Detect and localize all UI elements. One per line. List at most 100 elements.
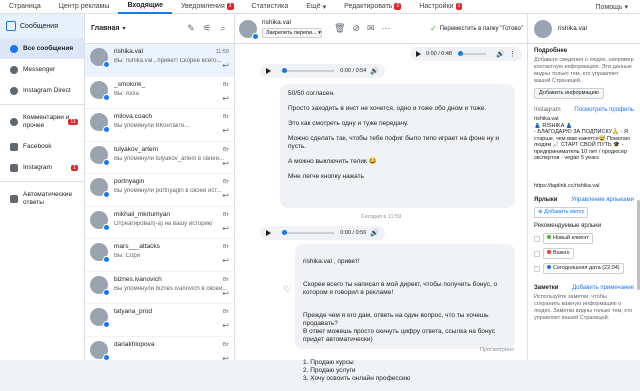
checkbox[interactable] <box>534 250 540 257</box>
trash-icon[interactable]: 🗑 <box>334 23 345 34</box>
conversation-item[interactable]: milova.coach Вы упомянули ВКонтакте... Вт ↩ <box>85 109 234 142</box>
block-icon[interactable]: ⊘ <box>352 23 360 34</box>
checkbox[interactable] <box>534 265 540 272</box>
audio-player[interactable]: 0:00 / 0:48 🔊 ⋮ <box>410 47 522 61</box>
volume-icon[interactable]: 🔊 <box>496 50 505 58</box>
play-icon[interactable] <box>266 230 271 236</box>
reply-icon[interactable]: ↩ <box>222 224 229 233</box>
volume-icon[interactable]: 🔊 <box>370 229 379 237</box>
tab-notifications[interactable]: Уведомления 2 <box>172 0 243 14</box>
more-icon[interactable]: ⋮ <box>509 50 516 58</box>
audio-progress[interactable] <box>458 51 487 56</box>
messenger-icon <box>10 65 18 74</box>
conversation-name: _smokink_ <box>114 80 146 88</box>
sidebar-item-label: Автоматические ответы <box>23 191 73 206</box>
volume-icon[interactable]: 🔊 <box>370 67 379 75</box>
reply-icon[interactable]: ↩ <box>222 256 229 265</box>
conversation-item[interactable]: rishika.val Вы: rishika.val , привет! Ско… <box>85 44 234 77</box>
conversation-item[interactable]: mars___attacks Вы: Сори Вт ↩ <box>85 239 234 272</box>
label-chip[interactable]: Важно <box>543 248 574 259</box>
conversation-preview: Вы упомянули ВКонтакте... <box>114 123 190 129</box>
recommended-label[interactable]: Сегодняшняя дата (22.04) <box>534 262 634 275</box>
tab-label: Уведомления <box>180 3 225 10</box>
search-icon[interactable]: ⌕ <box>218 23 228 34</box>
conversation-item[interactable]: tulyakov_artem Вы упомянули tulyakov_arte… <box>85 142 234 174</box>
heart-icon[interactable]: ♡ <box>283 284 291 295</box>
conversation-item[interactable]: mikhail_mkrtumyan Отреагировал(-а) на ваш… <box>85 207 234 239</box>
message-text: А можно выключить телик 😂 <box>288 158 377 165</box>
help-link[interactable]: Помощь ▾ <box>595 3 640 11</box>
sidebar-item-comments[interactable]: Комментарии и прочее 11 <box>0 108 84 136</box>
checkbox[interactable] <box>534 235 540 242</box>
bio-link[interactable]: https://taplink.cc/rishika.val <box>534 183 634 190</box>
label-chip[interactable]: Сегодняшняя дата (22.04) <box>543 263 624 274</box>
instagram-icon <box>103 353 110 360</box>
inbox-icon <box>10 44 18 53</box>
label-chip[interactable]: Новый клиент <box>543 233 593 244</box>
messages-icon <box>6 21 16 31</box>
sidebar-item-instagram-direct[interactable]: Instagram Direct <box>0 80 84 101</box>
tab-inbox[interactable]: Входящие <box>118 0 172 14</box>
conversation-item[interactable]: dariakhlopova Вт ↩ <box>85 337 234 361</box>
help-label: Помощь <box>595 3 623 11</box>
conversation-item[interactable]: biznes.ivanovich Вы упомянули biznes.ivan… <box>85 272 234 304</box>
reply-icon[interactable]: ↩ <box>222 321 229 330</box>
add-label-button[interactable]: ⊕ Добавить метку <box>534 207 589 218</box>
more-icon[interactable]: ⋯ <box>382 23 391 34</box>
sidebar-item-facebook[interactable]: Facebook <box>0 136 84 157</box>
folder-title[interactable]: Главная <box>91 25 119 32</box>
chevron-down-icon[interactable]: ▾ <box>122 25 125 32</box>
filter-icon[interactable]: ⚟ <box>202 23 212 34</box>
reply-icon[interactable]: ↩ <box>222 289 229 298</box>
move-to-done-label: Переместить в папку "Готово" <box>439 25 523 32</box>
add-info-button[interactable]: Добавить информацию <box>534 88 604 99</box>
play-icon[interactable] <box>416 51 421 57</box>
conversation-name: portnyagin <box>114 178 145 185</box>
sidebar-item-label: Instagram <box>23 164 52 171</box>
sidebar-item-instagram[interactable]: Instagram 1 <box>0 157 84 178</box>
reply-icon[interactable]: ↩ <box>222 354 229 361</box>
audio-player[interactable]: 0:00 / 0:54 🔊 <box>260 64 385 78</box>
tab-edit[interactable]: Редактировать 2 <box>335 0 410 14</box>
tab-page[interactable]: Страница <box>0 0 50 14</box>
tab-label: Статистика <box>251 3 289 10</box>
conversation-item[interactable]: tatyana_prod Вт ↩ <box>85 304 234 337</box>
notes-text: Используйте заметки, чтобы сохранить важ… <box>534 294 633 321</box>
sidebar-item-all-messages[interactable]: Все сообщения <box>0 38 84 59</box>
reply-icon[interactable]: ↩ <box>222 191 229 200</box>
audio-player[interactable]: 0:00 / 0:56 🔊 <box>260 226 385 240</box>
recommended-label[interactable]: Важно <box>534 247 634 260</box>
sidebar-item-messenger[interactable]: Messenger <box>0 59 84 80</box>
conversation-name: dariakhlopova <box>114 340 155 348</box>
tab-insights[interactable]: Статистика <box>243 0 298 14</box>
tab-more[interactable]: Ещё ▾ <box>297 0 335 14</box>
audio-progress[interactable] <box>282 230 335 235</box>
conversation-time: Вт <box>222 114 229 120</box>
play-icon[interactable] <box>266 68 271 74</box>
recommended-label[interactable]: Новый клиент <box>534 232 634 245</box>
instagram-icon <box>10 86 18 95</box>
move-to-done-button[interactable]: ✓ Переместить в папку "Готово" <box>430 24 523 33</box>
mail-icon[interactable]: ✉ <box>367 23 375 34</box>
manage-labels-link[interactable]: Управление ярлыками <box>571 197 634 204</box>
conversation-list: Главная ▾ ✎ ⚟ ⌕ rishika.val Вы: rishika.va… <box>85 14 235 360</box>
comment-icon <box>10 118 18 126</box>
recommended-labels-title: Рекомендуемые ярлыки <box>534 223 602 229</box>
reply-icon[interactable]: ↩ <box>222 159 229 168</box>
conversation-time: Вт <box>222 276 229 283</box>
reply-icon[interactable]: ↩ <box>222 126 229 135</box>
reply-icon[interactable]: ↩ <box>222 61 229 70</box>
chat-panel: rishika.val Закрепить перепи... ▾ 🗑 ⊘ ✉ … <box>235 14 527 382</box>
conversation-item[interactable]: _smokink_ Вы: Ахха Вт ↩ <box>85 77 234 109</box>
sidebar-item-automated-replies[interactable]: Автоматические ответы <box>0 185 84 213</box>
conversation-item[interactable]: portnyagin Вы упомянули portnyagin в свое… <box>85 174 234 207</box>
compose-icon[interactable]: ✎ <box>186 23 196 34</box>
view-profile-link[interactable]: Посмотреть профиль <box>574 107 634 114</box>
assign-dropdown[interactable]: Закрепить перепи... ▾ <box>262 28 322 38</box>
reply-icon[interactable]: ↩ <box>222 94 229 103</box>
add-note-link[interactable]: Добавить примечание <box>572 285 634 292</box>
tab-ad-center[interactable]: Центр рекламы <box>50 0 119 14</box>
audio-progress[interactable] <box>282 68 335 73</box>
avatar <box>90 145 110 166</box>
tab-settings[interactable]: Настройки 1 <box>410 0 471 14</box>
